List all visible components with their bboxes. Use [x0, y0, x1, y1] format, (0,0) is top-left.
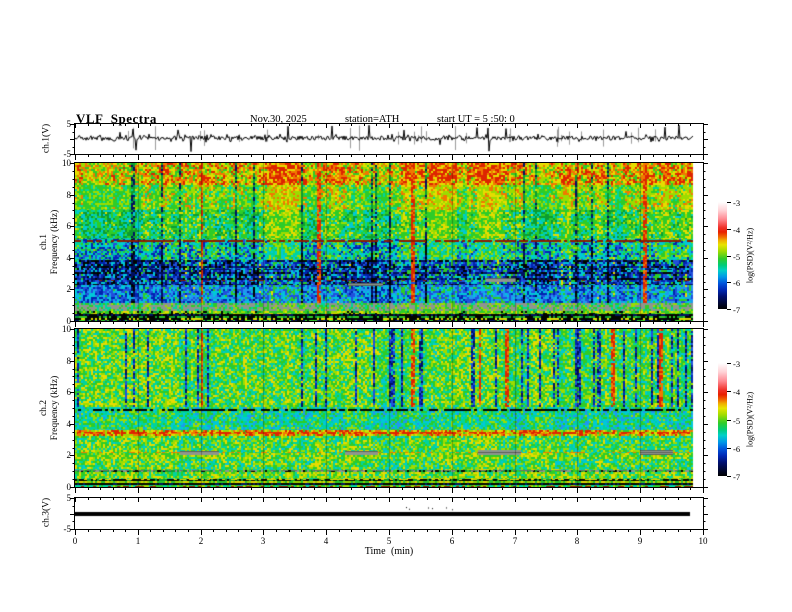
freq-tick-label: 0 — [66, 482, 72, 492]
time-tick-label: 9 — [637, 536, 643, 546]
ch2-spectrogram-canvas — [75, 329, 703, 487]
freq-tick-label: 4 — [66, 253, 72, 263]
freq-tick-label: 6 — [66, 387, 72, 397]
ch1-spectrogram-panel — [75, 163, 703, 321]
colorbar-tick-label: -5 — [733, 416, 741, 426]
ch1-waveform-panel — [75, 124, 703, 154]
time-tick-label: 5 — [386, 536, 392, 546]
freq-tick-label: 4 — [66, 419, 72, 429]
ch2-spectrogram-panel — [75, 329, 703, 487]
time-tick-label: 7 — [512, 536, 518, 546]
freq-tick-label: 8 — [66, 190, 72, 200]
colorbar-ch1 — [718, 202, 727, 309]
vlf-spectra-figure: VLF Spectra Nov.30, 2025 station=ATH sta… — [0, 0, 792, 612]
time-tick-label: 1 — [135, 536, 141, 546]
colorbar-tick-label: -6 — [733, 278, 741, 288]
colorbar-tick-label: -6 — [733, 444, 741, 454]
colorbar-tick-label: -4 — [733, 387, 741, 397]
freq-tick-label: 10 — [62, 324, 71, 334]
colorbar-tick-label: -5 — [733, 252, 741, 262]
colorbar-ch2 — [718, 363, 727, 476]
volt-tick-label: 5 — [66, 493, 72, 503]
volt-tick-label: -5 — [63, 524, 72, 534]
volt-tick-label: 5 — [66, 119, 72, 129]
time-tick-label: 6 — [449, 536, 455, 546]
volt-tick-label: -5 — [63, 149, 72, 159]
freq-tick-label: 8 — [66, 356, 72, 366]
freq-tick-label: 10 — [62, 158, 71, 168]
time-tick-label: 0 — [72, 536, 78, 546]
time-tick-label: 8 — [574, 536, 580, 546]
time-tick-label: 3 — [260, 536, 266, 546]
ch3-waveform-panel — [75, 498, 703, 529]
time-tick-label: 2 — [198, 536, 204, 546]
colorbar-tick-label: -3 — [733, 359, 741, 369]
time-tick-label: 4 — [323, 536, 329, 546]
colorbar-tick-label: -4 — [733, 225, 741, 235]
freq-tick-label: 2 — [66, 450, 72, 460]
time-axis-label: Time (min) — [364, 546, 414, 557]
colorbar-tick-label: -3 — [733, 198, 741, 208]
time-tick-label: 10 — [698, 536, 708, 546]
ch3-waveform-canvas — [75, 498, 703, 529]
ch1-waveform-canvas — [75, 124, 703, 154]
ch1-spectrogram-canvas — [75, 163, 703, 321]
freq-tick-label: 6 — [66, 221, 72, 231]
colorbar-tick-label: -7 — [733, 472, 741, 482]
colorbar-tick-label: -7 — [733, 305, 741, 315]
freq-tick-label: 2 — [66, 284, 72, 294]
